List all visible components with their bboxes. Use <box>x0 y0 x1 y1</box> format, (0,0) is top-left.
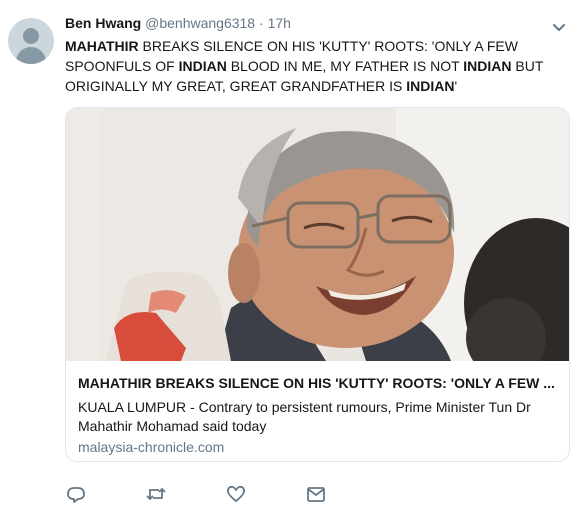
retweet-icon[interactable] <box>145 484 167 504</box>
author-name[interactable]: Ben Hwang <box>65 15 141 31</box>
link-card[interactable]: MAHATHIR BREAKS SILENCE ON HIS 'KUTTY' R… <box>65 107 570 462</box>
direct-message-icon[interactable] <box>305 484 327 504</box>
tweet-text-bold-segment: MAHATHIR <box>65 38 139 54</box>
avatar[interactable] <box>8 18 54 64</box>
reply-icon[interactable] <box>65 484 87 504</box>
tweet-text-bold-segment: INDIAN <box>178 58 227 74</box>
card-description: KUALA LUMPUR - Contrary to persistent ru… <box>78 399 531 434</box>
card-body: MAHATHIR BREAKS SILENCE ON HIS 'KUTTY' R… <box>78 370 558 456</box>
like-icon[interactable] <box>225 484 247 504</box>
card-image[interactable] <box>66 108 569 361</box>
avatar-head-shape <box>23 28 39 44</box>
separator-dot: · <box>259 15 264 31</box>
tweet-text-segment: BLOOD IN ME, MY FATHER IS NOT <box>226 58 464 74</box>
avatar-body-shape <box>16 47 46 64</box>
card-domain: malaysia-chronicle.com <box>78 439 225 455</box>
tweet-text-bold-segment: INDIAN <box>406 78 455 94</box>
tweet-text-bold-segment: INDIAN <box>463 58 512 74</box>
card-title: MAHATHIR BREAKS SILENCE ON HIS 'KUTTY' R… <box>78 375 555 391</box>
timestamp[interactable]: 17h <box>268 15 291 31</box>
chevron-down-icon[interactable] <box>552 20 566 31</box>
tweet[interactable]: Ben Hwang @benhwang6318 · 17h MAHATHIR B… <box>0 0 577 503</box>
tweet-text-segment: ' <box>454 78 458 94</box>
tweet-header: Ben Hwang @benhwang6318 · 17h <box>65 14 291 32</box>
author-handle[interactable]: @benhwang6318 <box>145 15 255 31</box>
tweet-text: MAHATHIR BREAKS SILENCE ON HIS 'KUTTY' R… <box>65 36 565 96</box>
